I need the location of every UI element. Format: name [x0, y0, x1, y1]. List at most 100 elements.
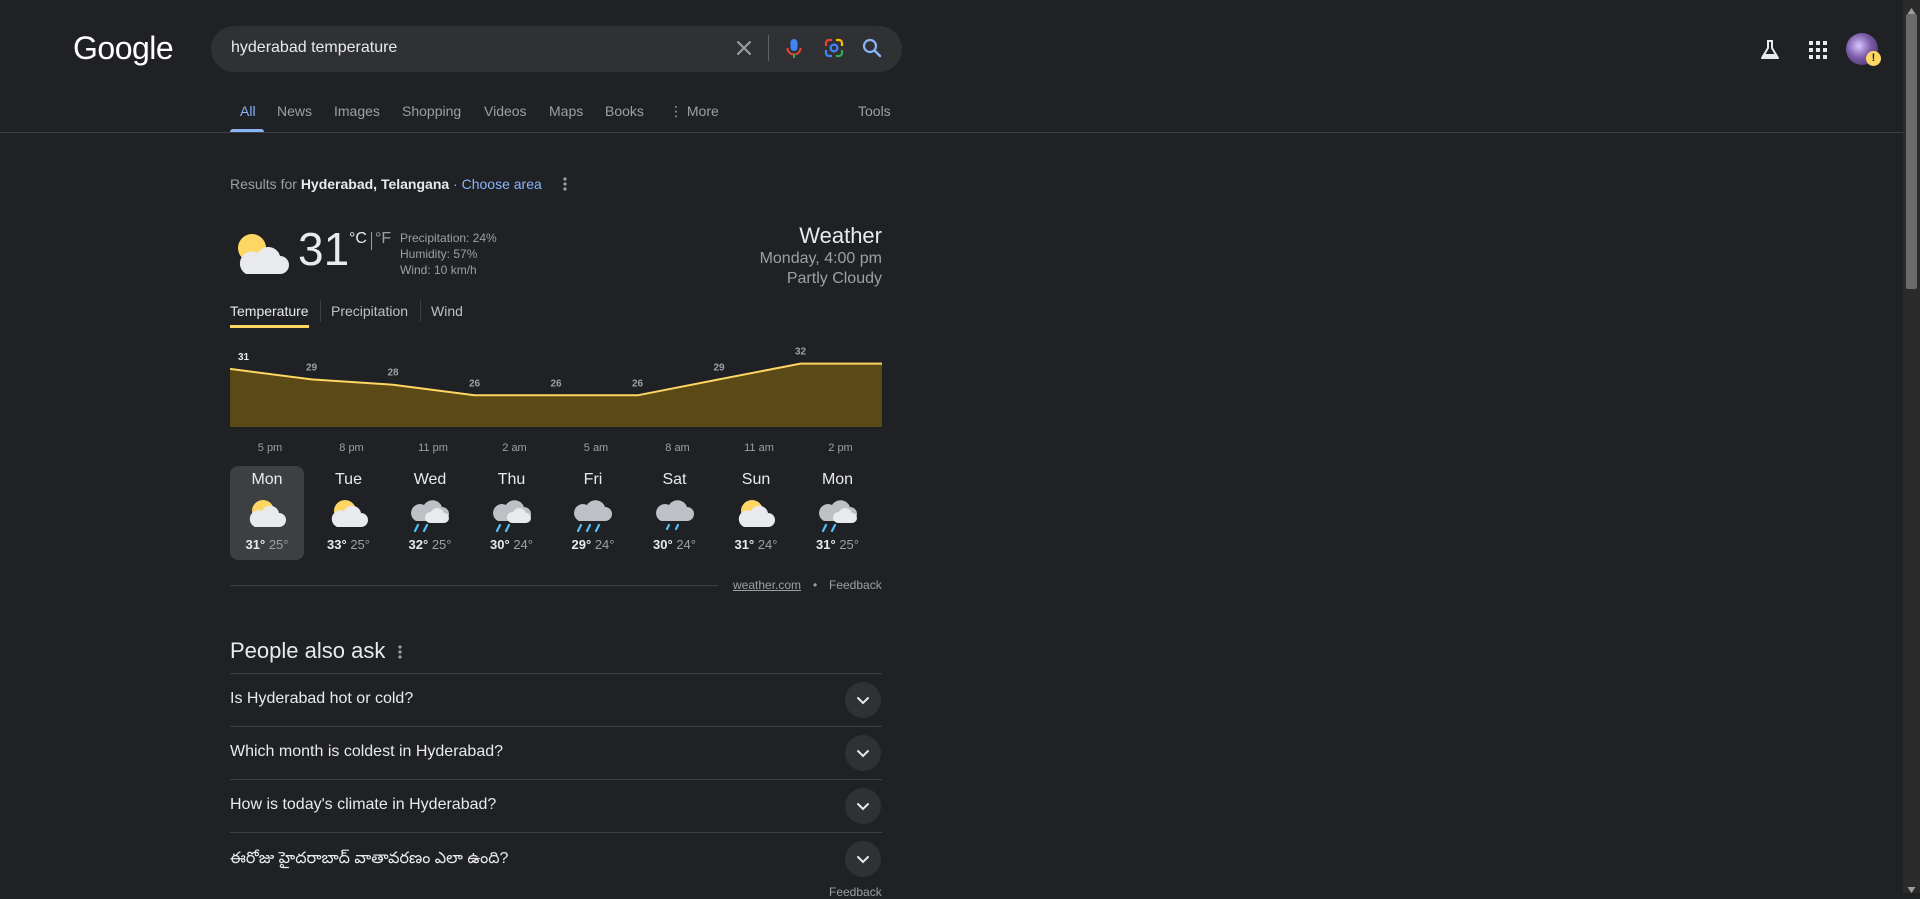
unit-fahrenheit[interactable]: °F [375, 230, 391, 248]
chart-x-tick-label: 8 pm [339, 442, 363, 454]
weather-datetime: Monday, 4:00 pm [759, 250, 882, 267]
forecast-day-name: Sun [741, 471, 771, 488]
forecast-high: 31° [816, 537, 836, 552]
footer-dot: • [813, 578, 818, 592]
scroll-up-arrow-icon[interactable] [1907, 2, 1916, 14]
forecast-day[interactable]: Tue 33° 25° [312, 466, 386, 560]
results-for-line: Results for Hyderabad, Telangana · Choos… [230, 176, 542, 192]
paa-title: People also ask [230, 638, 386, 663]
forecast-day[interactable]: Sun 31° 24° [719, 466, 793, 560]
paa-divider [230, 832, 882, 833]
weather-tab-separator [420, 300, 421, 322]
results-separator: · [453, 176, 458, 192]
forecast-temps: 30° 24° [475, 537, 549, 552]
weather-tab-separator [320, 300, 321, 322]
weather-tab-precipitation[interactable]: Precipitation [331, 303, 408, 319]
apps-grid-icon[interactable] [1805, 37, 1831, 63]
weather-title: Weather [799, 223, 882, 248]
forecast-day[interactable]: Fri 29° 24° [556, 466, 630, 560]
forecast-day[interactable]: Thu 30° 24° [475, 466, 549, 560]
more-vert-icon: ⋮ [669, 103, 683, 119]
forecast-day-name: Fri [583, 471, 603, 488]
tab-news[interactable]: News [277, 103, 312, 119]
forecast-day-name: Thu [497, 471, 526, 488]
search-input[interactable]: hyderabad temperature [231, 39, 397, 57]
paa-divider [230, 726, 882, 727]
labs-flask-icon[interactable] [1757, 37, 1783, 63]
scrollbar-thumb[interactable] [1906, 14, 1917, 289]
chevron-down-icon[interactable] [845, 682, 881, 718]
tab-videos[interactable]: Videos [484, 103, 527, 119]
scattered-showers-icon [490, 495, 534, 533]
forecast-day[interactable]: Sat 30° 24° [638, 466, 712, 560]
humidity-stat: Humidity: 57% [400, 247, 478, 261]
forecast-day[interactable]: Mon 31° 25° [801, 466, 875, 560]
forecast-day[interactable]: Wed 32° 25° [393, 466, 467, 560]
tools-button[interactable]: Tools [858, 103, 891, 119]
chart-data-label: 26 [469, 378, 481, 389]
tabs-divider [0, 132, 1903, 133]
tab-books[interactable]: Books [605, 103, 644, 119]
chart-x-tick-label: 11 am [744, 442, 774, 454]
weather-feedback-link[interactable]: Feedback [829, 578, 882, 592]
tab-all[interactable]: All [240, 103, 256, 119]
forecast-high: 32° [408, 537, 429, 552]
chevron-down-icon[interactable] [845, 841, 881, 877]
warning-badge: ! [1866, 51, 1881, 66]
weather-source-link[interactable]: weather.com [733, 578, 801, 592]
tab-maps[interactable]: Maps [549, 103, 583, 119]
paa-question[interactable]: ఈరోజు హైదరాబాద్ వాతావరణం ఎలా ఉంది? [230, 849, 508, 871]
forecast-high: 31° [245, 537, 266, 552]
paa-question[interactable]: Is Hyderabad hot or cold? [230, 690, 413, 708]
forecast-low: 25° [350, 537, 370, 552]
tab-more[interactable]: ⋮ More [669, 103, 719, 120]
chart-data-label: 26 [632, 378, 644, 389]
forecast-low: 25° [431, 537, 452, 552]
microphone-icon[interactable] [780, 34, 808, 62]
forecast-temps: 30° 24° [638, 537, 712, 552]
temperature-chart: 31 5 pm 29 8 pm 28 11 pm 26 2 am 26 5 am 26 8 am 29 1… [230, 347, 882, 454]
scattered-showers-icon [816, 495, 860, 533]
chevron-down-icon[interactable] [845, 735, 881, 771]
forecast-day-name: Mon [251, 471, 283, 488]
forecast-day-name: Sat [662, 471, 687, 488]
precipitation-stat: Precipitation: 24% [400, 231, 497, 245]
forecast-high: 30° [653, 537, 673, 552]
close-icon[interactable] [730, 34, 758, 62]
weather-tab-wind[interactable]: Wind [431, 303, 463, 319]
choose-area-link[interactable]: Choose area [462, 176, 542, 192]
chart-data-label: 28 [387, 368, 399, 379]
forecast-temps: 29° 24° [556, 537, 630, 552]
forecast-high: 29° [571, 537, 592, 552]
paa-feedback-link[interactable]: Feedback [829, 885, 882, 899]
chart-x-tick-label: 5 pm [258, 442, 282, 454]
forecast-low: 25° [839, 537, 859, 552]
paa-divider [230, 673, 882, 674]
forecast-temps: 32° 25° [393, 537, 467, 552]
scroll-down-arrow-icon[interactable] [1907, 881, 1916, 893]
unit-celsius[interactable]: °C [349, 230, 367, 248]
paa-question[interactable]: How is today's climate in Hyderabad? [230, 796, 496, 814]
google-logo[interactable]: Google [73, 30, 174, 67]
search-icon[interactable] [858, 34, 886, 62]
tab-shopping[interactable]: Shopping [402, 103, 461, 119]
chevron-down-icon[interactable] [845, 788, 881, 824]
more-options-icon[interactable] [395, 642, 405, 662]
tab-more-label: More [686, 103, 719, 119]
forecast-day[interactable]: Mon 31° 25° [230, 466, 304, 560]
forecast-low: 24° [513, 537, 533, 552]
lens-icon[interactable] [820, 34, 848, 62]
chart-x-tick-label: 8 am [665, 442, 689, 454]
results-for-prefix: Results for [230, 176, 297, 192]
chart-data-label: 29 [306, 362, 318, 373]
tab-images[interactable]: Images [334, 103, 380, 119]
rain-icon [571, 495, 615, 533]
more-options-icon[interactable] [560, 174, 570, 194]
forecast-low: 25° [268, 537, 289, 552]
weather-tab-temperature[interactable]: Temperature [230, 303, 309, 319]
chart-x-tick-label: 2 pm [828, 442, 852, 454]
forecast-temps: 31° 25° [230, 537, 304, 552]
forecast-day-name: Wed [413, 471, 447, 488]
paa-question[interactable]: Which month is coldest in Hyderabad? [230, 743, 503, 761]
forecast-day-name: Tue [335, 471, 362, 488]
